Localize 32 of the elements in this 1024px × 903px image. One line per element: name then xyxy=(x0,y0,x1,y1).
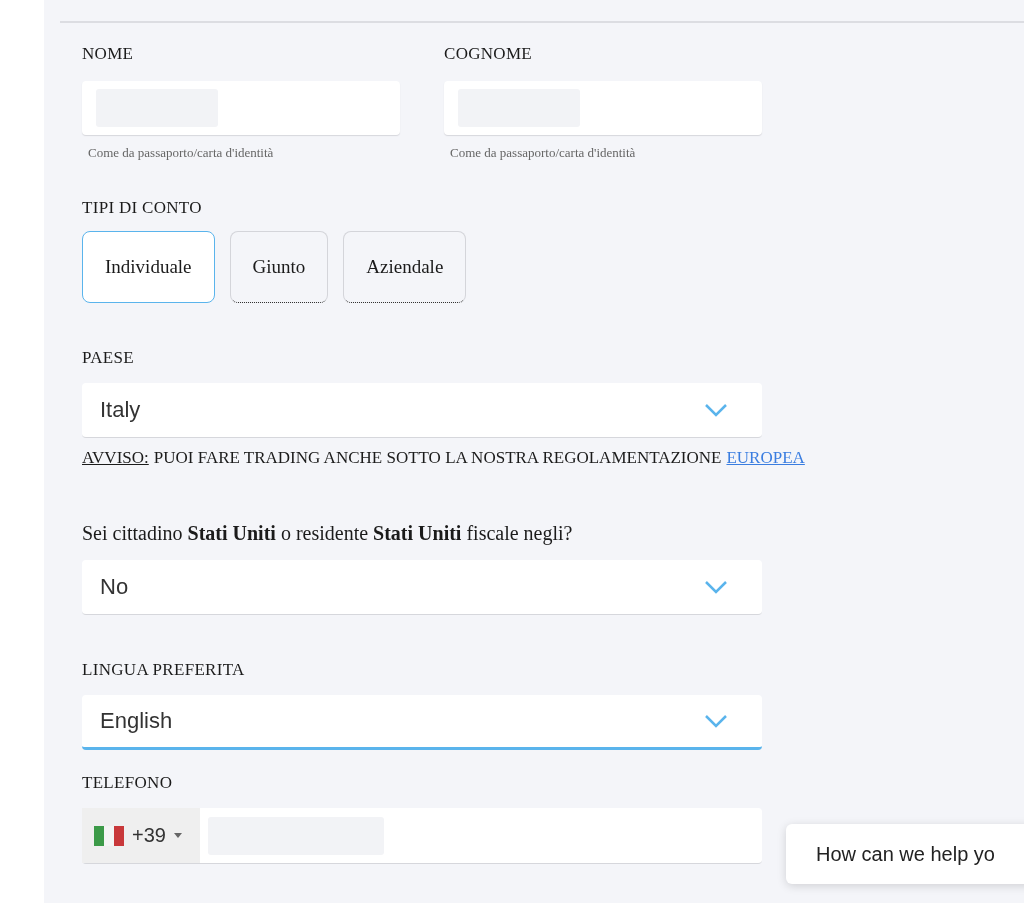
helper-text: Come da passaporto/carta d'identità xyxy=(450,145,637,161)
chat-widget[interactable]: How can we help yo xyxy=(786,824,1024,884)
notice-text: PUOI FARE TRADING ANCHE SOTTO LA NOSTRA REGOLAMENTAZIONE xyxy=(153,448,722,468)
section-label: TIPI DI CONTO xyxy=(82,197,203,219)
europea-link[interactable]: EUROPEA xyxy=(726,448,805,468)
account-type-option[interactable]: Giunto xyxy=(229,231,329,303)
notice-label: AVVISO: xyxy=(82,448,149,468)
field-label: TELEFONO xyxy=(82,772,174,794)
question-label: Sei cittadino Stati Uniti o residente Stati Uniti fiscale negli? xyxy=(82,521,574,546)
country-select[interactable]: Italy xyxy=(82,383,762,438)
phone-input[interactable]: +39 xyxy=(82,808,762,864)
selected-value: No xyxy=(100,574,129,600)
chevron-down-icon xyxy=(704,580,728,594)
helper-text: Come da passaporto/carta d'identità xyxy=(88,145,275,161)
chevron-down-icon xyxy=(704,403,728,417)
flag-icon xyxy=(94,825,124,846)
field-label: PAESE xyxy=(82,347,135,369)
text-input[interactable] xyxy=(82,81,400,135)
selected-value: English xyxy=(100,708,173,734)
country-code-dropdown[interactable]: +39 xyxy=(82,808,200,863)
chat-prompt: How can we help yo xyxy=(816,842,995,866)
chevron-down-icon xyxy=(704,714,728,728)
us-citizen-select[interactable]: No xyxy=(82,560,762,615)
field-label: NOME xyxy=(82,43,135,65)
selected-value: Italy xyxy=(100,397,141,423)
field-label: COGNOME xyxy=(444,43,534,65)
account-type-option[interactable]: Individuale xyxy=(82,231,215,303)
field-label: LINGUA PREFERITA xyxy=(82,659,246,681)
language-select[interactable]: English xyxy=(82,695,762,750)
text-input[interactable] xyxy=(444,81,762,135)
account-type-option[interactable]: Aziendale xyxy=(343,231,467,303)
caret-icon xyxy=(173,833,182,838)
